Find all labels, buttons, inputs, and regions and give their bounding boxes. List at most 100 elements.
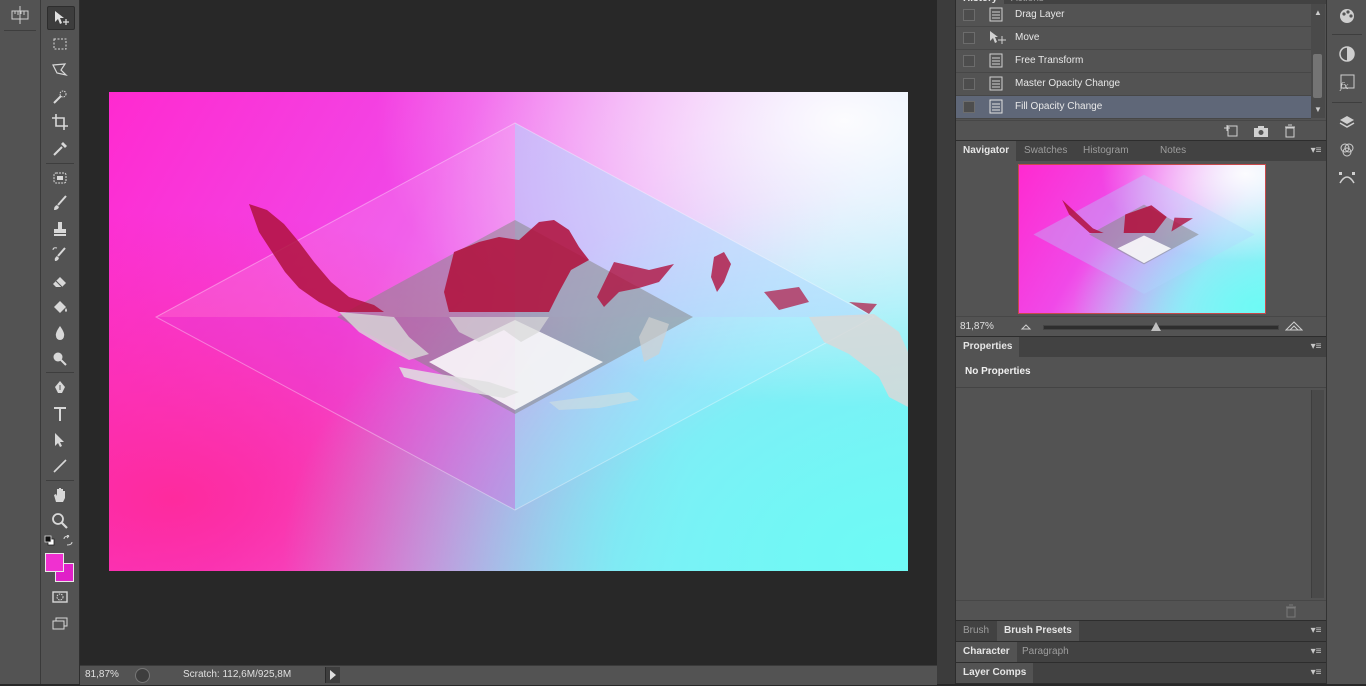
paint-bucket-tool-icon[interactable]: [47, 296, 73, 318]
panel-menu-icon[interactable]: ▾≡: [1309, 625, 1323, 637]
navigator-thumbnail-art: [1033, 174, 1255, 294]
divider: [1332, 34, 1362, 35]
properties-scrollbar[interactable]: [1311, 390, 1324, 598]
divider: [46, 372, 74, 373]
history-item[interactable]: Move: [956, 27, 1311, 50]
scroll-down-icon[interactable]: ▼: [1314, 105, 1322, 114]
tab-layer-comps[interactable]: Layer Comps: [956, 663, 1034, 683]
right-icon-strip: fx: [1326, 0, 1366, 684]
foreground-color-swatch[interactable]: [45, 553, 64, 572]
zoom-slider-track[interactable]: [1043, 325, 1279, 330]
navigator-zoom-value[interactable]: 81,87%: [960, 321, 994, 332]
line-tool-icon[interactable]: [47, 455, 73, 477]
canvas-image[interactable]: [109, 92, 908, 571]
history-snapshot-checkbox[interactable]: [963, 55, 975, 67]
adjustments-icon[interactable]: [1337, 44, 1357, 64]
panel-menu-icon[interactable]: ▾≡: [1309, 667, 1323, 679]
zoom-in-icon[interactable]: [1284, 320, 1304, 332]
history-scrollbar[interactable]: ▲ ▼: [1311, 4, 1325, 118]
history-snapshot-checkbox[interactable]: [963, 9, 975, 21]
history-brush-tool-icon[interactable]: [47, 244, 73, 266]
scroll-up-icon[interactable]: ▲: [1314, 8, 1322, 17]
history-item[interactable]: Drag Layer: [956, 4, 1311, 27]
type-tool-icon[interactable]: [47, 403, 73, 425]
document-icon: [989, 99, 1003, 114]
tab-swatches[interactable]: Swatches: [1017, 141, 1074, 161]
swap-colors-icon[interactable]: [62, 534, 74, 546]
tab-brush[interactable]: Brush: [956, 621, 996, 641]
divider: [4, 30, 36, 31]
character-tabbar: Character Paragraph ▾≡: [956, 641, 1327, 663]
paths-icon[interactable]: [1337, 168, 1357, 188]
navigator-thumbnail[interactable]: [1018, 164, 1266, 314]
zoom-tool-icon[interactable]: [47, 510, 73, 532]
history-snapshot-checkbox[interactable]: [963, 101, 975, 113]
history-item-label: Drag Layer: [1015, 9, 1065, 20]
channels-icon[interactable]: [1337, 140, 1357, 160]
path-selection-tool-icon[interactable]: [47, 429, 73, 451]
hand-tool-icon[interactable]: [47, 484, 73, 506]
screen-mode-icon[interactable]: [47, 613, 73, 635]
history-snapshot-checkbox[interactable]: [963, 32, 975, 44]
tab-character[interactable]: Character: [956, 642, 1017, 662]
left-icon-strip: [0, 0, 41, 684]
move-tool-icon[interactable]: [47, 6, 75, 30]
layer-comps-tabbar: Layer Comps ▾≡: [956, 662, 1327, 684]
color-panel-icon[interactable]: [1337, 6, 1357, 26]
history-list: Drag Layer Move Free Transform Master Op…: [956, 4, 1327, 120]
crop-tool-icon[interactable]: [47, 111, 73, 133]
panel-menu-icon[interactable]: ▾≡: [1309, 646, 1323, 658]
eyedropper-tool-icon[interactable]: [47, 138, 73, 160]
eraser-tool-icon[interactable]: [47, 270, 73, 292]
properties-empty-label: No Properties: [965, 366, 1031, 377]
spot-healing-tool-icon[interactable]: [47, 167, 73, 189]
zoom-slider-thumb[interactable]: [1151, 322, 1161, 331]
properties-footer: [956, 600, 1327, 621]
default-colors-icon[interactable]: [44, 535, 55, 546]
styles-fx-icon[interactable]: fx: [1337, 72, 1357, 92]
layers-icon[interactable]: [1337, 112, 1357, 132]
new-document-from-state-icon[interactable]: [1223, 124, 1239, 138]
history-item-label: Free Transform: [1015, 55, 1084, 66]
svg-text:fx: fx: [1339, 82, 1348, 91]
divider: [1332, 102, 1362, 103]
history-item[interactable]: Free Transform: [956, 50, 1311, 73]
history-footer: [956, 120, 1327, 141]
dodge-tool-icon[interactable]: [47, 348, 73, 370]
marquee-tool-icon[interactable]: [47, 33, 73, 55]
divider: [46, 163, 74, 164]
tools-panel: [41, 0, 80, 684]
history-item-label: Move: [1015, 32, 1040, 43]
ruler-tool-icon[interactable]: [10, 6, 30, 24]
canvas-artwork: [154, 122, 908, 511]
tab-histogram[interactable]: Histogram: [1076, 141, 1136, 161]
panel-menu-icon[interactable]: ▾≡: [1309, 341, 1323, 353]
history-scroll-thumb[interactable]: [1313, 54, 1322, 98]
history-snapshot-checkbox[interactable]: [963, 78, 975, 90]
status-bar: 81,87% Scratch: 112,6M/925,8M: [80, 665, 937, 685]
trash-icon[interactable]: [1284, 604, 1298, 618]
quick-selection-tool-icon[interactable]: [47, 86, 73, 108]
status-menu-button[interactable]: [325, 667, 340, 683]
tab-properties[interactable]: Properties: [956, 337, 1020, 357]
quick-mask-icon[interactable]: [47, 586, 73, 608]
tab-navigator[interactable]: Navigator: [956, 141, 1017, 161]
navigator-tabbar: Navigator Swatches Histogram Notes ▾≡: [956, 140, 1327, 162]
panel-menu-icon[interactable]: ▾≡: [1309, 145, 1323, 157]
status-info-icon[interactable]: [135, 668, 150, 683]
clone-stamp-tool-icon[interactable]: [47, 218, 73, 240]
history-item-label: Fill Opacity Change: [1015, 101, 1103, 112]
trash-icon[interactable]: [1283, 124, 1297, 138]
tab-paragraph[interactable]: Paragraph: [1015, 642, 1076, 662]
brush-tool-icon[interactable]: [47, 192, 73, 214]
history-item[interactable]: Master Opacity Change: [956, 73, 1311, 96]
camera-icon[interactable]: [1253, 124, 1269, 138]
tab-brush-presets[interactable]: Brush Presets: [997, 621, 1079, 641]
history-item-selected[interactable]: Fill Opacity Change: [956, 96, 1311, 119]
pen-tool-icon[interactable]: [47, 377, 73, 399]
blur-tool-icon[interactable]: [47, 322, 73, 344]
tab-notes[interactable]: Notes: [1153, 141, 1193, 161]
status-zoom[interactable]: 81,87%: [85, 669, 119, 680]
zoom-out-icon[interactable]: [1020, 321, 1032, 331]
polygonal-lasso-tool-icon[interactable]: [47, 59, 73, 81]
